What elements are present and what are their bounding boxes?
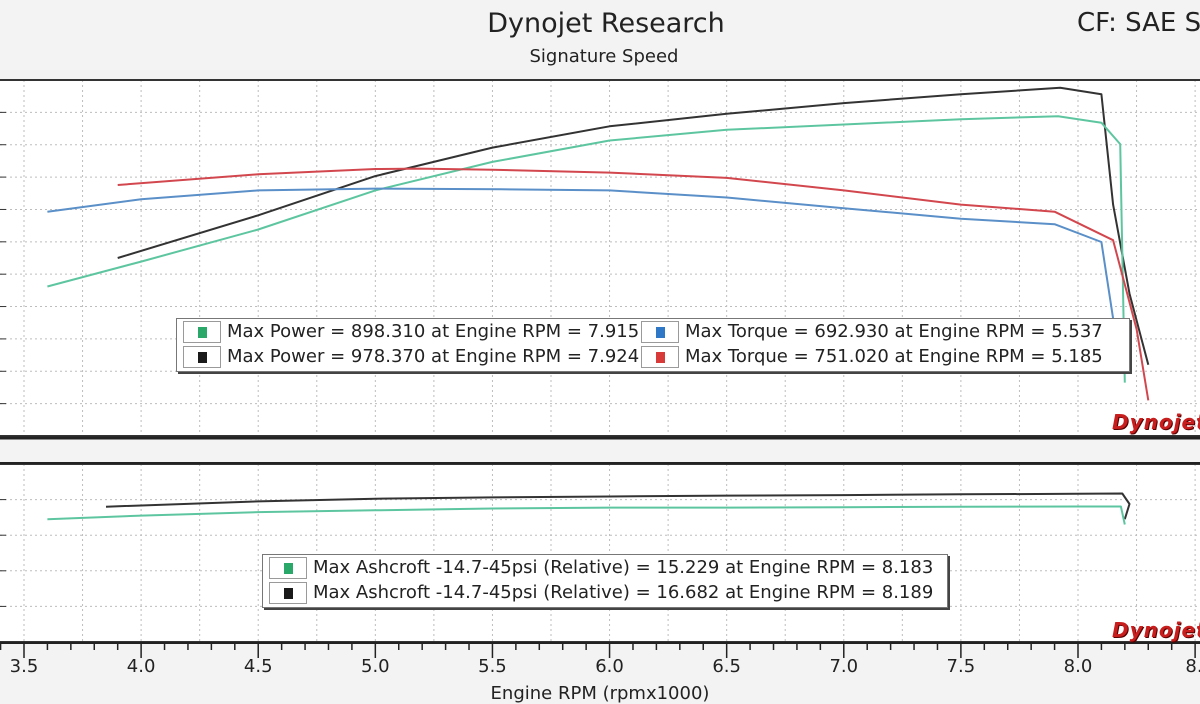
legend-swatch-green: [284, 563, 293, 574]
legend-text: Max Power = 978.370 at Engine RPM = 7.92…: [227, 346, 640, 367]
legend-swatch-box: [269, 557, 307, 579]
x-tick-label: 4.5: [243, 656, 273, 677]
legend-swatch-box: [269, 582, 307, 604]
x-tick-label: 5.0: [361, 656, 390, 677]
plot-area: [0, 464, 1200, 642]
legend-swatch-box: [183, 321, 221, 343]
x-tick-label: 5.5: [478, 656, 507, 677]
x-tick-label: 7.0: [829, 656, 859, 677]
power-torque-legend: Max Power = 898.310 at Engine RPM = 7.91…: [176, 318, 1130, 372]
legend-text: Max Torque = 751.020 at Engine RPM = 5.1…: [685, 346, 1103, 367]
boost-panel: [0, 463, 1200, 643]
legend-swatch-red: [656, 352, 665, 363]
legend-swatch-box: [183, 346, 221, 368]
legend-swatch-black: [198, 352, 207, 363]
power-torque-panel: [0, 79, 1200, 437]
x-tick-label: 4.0: [126, 656, 156, 677]
x-axis-label: Engine RPM (rpmx1000): [490, 683, 710, 704]
boost-legend: Max Ashcroft -14.7-45psi (Relative) = 15…: [262, 554, 948, 608]
legend-swatch-blue: [656, 327, 665, 338]
dynojet-logo-top: Dynojet: [1112, 410, 1200, 434]
x-tick-label: 3.5: [9, 656, 39, 677]
legend-swatch-black: [284, 588, 293, 599]
x-tick-label: 8.0: [1063, 656, 1093, 677]
x-tick-label: 6.0: [595, 656, 624, 677]
legend-swatch-box: [641, 321, 679, 343]
legend-text: Max Ashcroft -14.7-45psi (Relative) = 15…: [313, 557, 934, 578]
panel-separator: [0, 437, 1200, 463]
x-tick-label: 8.: [1185, 656, 1200, 677]
x-tick-label: 6.5: [712, 656, 741, 677]
legend-swatch-box: [641, 346, 679, 368]
dynojet-logo-bottom: Dynojet: [1112, 618, 1200, 642]
legend-swatch-green: [198, 327, 207, 338]
legend-text: Max Torque = 692.930 at Engine RPM = 5.5…: [685, 321, 1103, 342]
x-tick-label: 7.5: [946, 656, 976, 677]
legend-text: Max Ashcroft -14.7-45psi (Relative) = 16…: [313, 582, 934, 603]
legend-text: Max Power = 898.310 at Engine RPM = 7.91…: [227, 321, 640, 342]
plot-area: [0, 80, 1200, 436]
